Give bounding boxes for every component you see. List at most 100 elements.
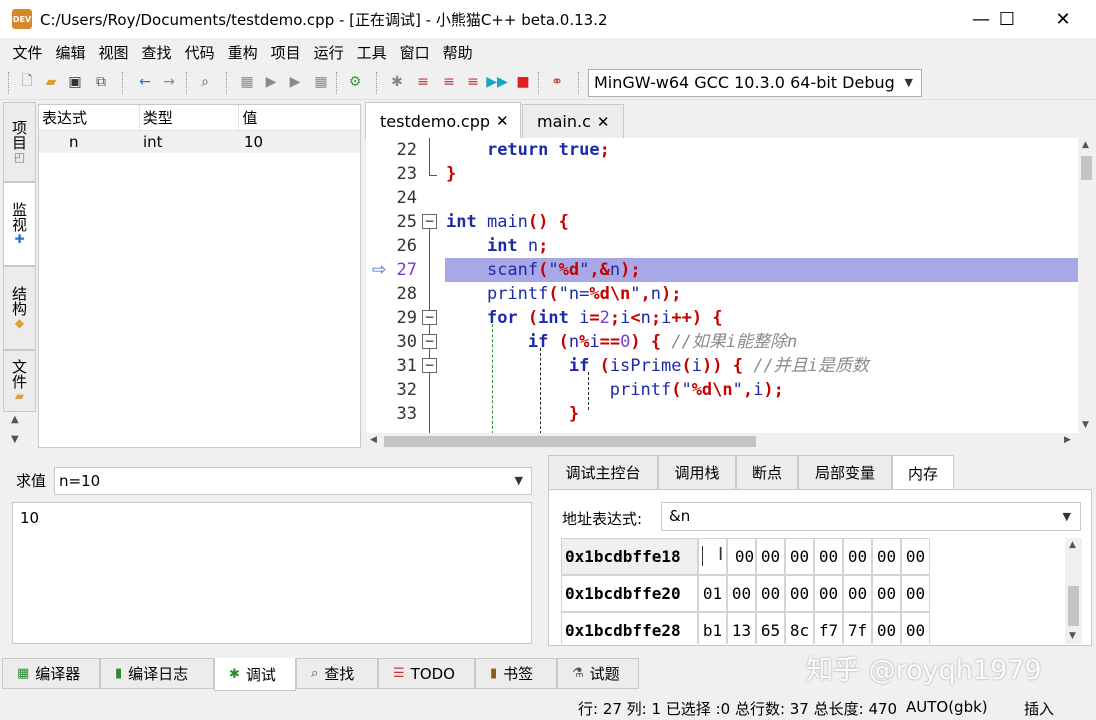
code-editor[interactable]: 22 return true; 23 } 24 25 − int main() … [366,138,1078,433]
tab-project[interactable]: 项目 ◰ [3,102,36,182]
chevron-down-icon[interactable]: ▼ [515,468,523,494]
memory-byte[interactable]: 00 [872,575,901,612]
memory-byte[interactable]: 00 [727,575,756,612]
watch-header-type[interactable]: 类型 [140,105,240,130]
tab-local-variables[interactable]: 局部变量 [798,455,892,489]
menu-edit[interactable]: 编辑 [49,42,92,63]
chevron-down-icon[interactable]: ▼ [1063,503,1071,530]
tab-breakpoints[interactable]: 断点 [736,455,798,489]
step-over-icon[interactable]: ≡ [414,73,432,91]
eval-output[interactable]: 10 [12,502,532,644]
editor-vertical-scrollbar[interactable]: ▲ ▼ [1078,138,1095,433]
memory-byte[interactable]: f7 [814,612,843,644]
scroll-down-icon[interactable]: ▼ [1082,420,1089,430]
watch-row[interactable]: n int 10 [39,131,360,153]
close-icon[interactable]: ✕ [496,112,509,130]
save-icon[interactable]: ▣ [66,73,84,91]
stop-icon[interactable]: ■ [514,73,532,91]
editor-horizontal-scrollbar[interactable]: ◀ ▶ [366,433,1078,450]
memory-byte[interactable]: 00 [785,538,814,575]
bug-icon[interactable]: ✱ [388,73,406,91]
run-icon[interactable]: ▶ [262,73,280,91]
menu-view[interactable]: 视图 [92,42,135,63]
close-window-button[interactable]: ✕ [1040,0,1086,38]
memory-byte[interactable]: 8c [785,612,814,644]
open-folder-icon[interactable]: ▰ [42,73,60,91]
scroll-left-icon[interactable]: ◀ [370,435,377,445]
close-icon[interactable]: ✕ [597,113,610,131]
step-into-icon[interactable]: ≡ [440,73,458,91]
memory-byte[interactable]: 00 [843,538,872,575]
memory-byte[interactable]: 00 [727,538,756,575]
save-all-icon[interactable]: ⧉ [92,73,110,91]
memory-byte[interactable]: 00 [901,612,930,644]
add-watch-icon[interactable]: ⚭ [548,73,566,91]
fold-toggle-icon[interactable]: − [422,358,437,373]
memory-byte[interactable]: 00 [814,575,843,612]
menu-run[interactable]: 运行 [307,42,350,63]
tab-compiler[interactable]: ▦ 编译器 [2,658,100,689]
compile-icon[interactable]: ▦ [238,73,256,91]
memory-byte[interactable]: 00 [901,538,930,575]
scroll-up-icon[interactable]: ▲ [1082,140,1089,150]
menu-code[interactable]: 代码 [178,42,221,63]
tab-debug-console[interactable]: 调试主控台 [548,455,658,489]
new-file-icon[interactable]: 🗋 [18,73,36,91]
tab-problems[interactable]: ⚗ 试题 [557,658,639,689]
memory-scrollbar[interactable]: ▲ ▼ [1065,538,1082,644]
memory-byte[interactable]: 00 [756,538,785,575]
tab-files[interactable]: 文件 ▰ [3,350,36,412]
watch-header-expression[interactable]: 表达式 [39,105,140,130]
scroll-thumb[interactable] [1081,156,1092,180]
debug-icon[interactable]: ⚙ [346,73,364,91]
scroll-down-icon[interactable]: ▼ [11,434,19,445]
menu-help[interactable]: 帮助 [436,42,479,63]
memory-byte[interactable]: 13 [727,612,756,644]
tab-call-stack[interactable]: 调用栈 [658,455,736,489]
menu-window[interactable]: 窗口 [393,42,436,63]
tab-testdemo-cpp[interactable]: testdemo.cpp ✕ [365,102,521,139]
redo-icon[interactable]: → [160,73,178,91]
tab-memory[interactable]: 内存 [892,455,954,491]
eval-input[interactable]: n=10 ▼ [54,467,532,495]
tab-bookmarks[interactable]: ▮ 书签 [475,658,557,689]
tab-debug[interactable]: ✱ 调试 [214,658,296,691]
step-out-icon[interactable]: ≡ [464,73,482,91]
menu-file[interactable]: 文件 [6,42,49,63]
scroll-thumb[interactable] [384,436,756,447]
tab-compile-log[interactable]: ▮ 编译日志 [100,658,214,689]
maximize-button[interactable]: ☐ [984,0,1030,38]
tab-structure[interactable]: 结构 ◆ [3,266,36,350]
memory-byte[interactable]: 01 [698,575,727,612]
watch-header-value[interactable]: 值 [239,105,360,130]
menu-tools[interactable]: 工具 [350,42,393,63]
search-icon[interactable]: ⌕ [196,73,214,91]
scroll-down-icon[interactable]: ▼ [1069,631,1076,641]
memory-byte[interactable]: 00 [814,538,843,575]
fold-toggle-icon[interactable]: − [422,214,437,229]
status-encoding[interactable]: AUTO(gbk) [906,698,988,716]
memory-byte[interactable]: 00 [756,575,785,612]
fold-toggle-icon[interactable]: − [422,310,437,325]
tab-watch[interactable]: 监视 ✚ [3,182,36,266]
memory-byte[interactable]: b1 [698,612,727,644]
memory-byte[interactable]: 7f [843,612,872,644]
continue-icon[interactable]: ▶▶ [486,73,508,91]
memory-byte[interactable]: 00 [901,575,930,612]
undo-icon[interactable]: ← [136,73,154,91]
scroll-up-icon[interactable]: ▲ [1069,540,1076,550]
scroll-thumb[interactable] [1068,586,1079,626]
memory-byte[interactable]: 65 [756,612,785,644]
rebuild-icon[interactable]: ▦ [312,73,330,91]
fold-toggle-icon[interactable]: − [422,334,437,349]
tab-todo[interactable]: ☰ TODO [378,658,475,689]
memory-byte[interactable]: 00 [843,575,872,612]
memory-byte[interactable]: 00 [785,575,814,612]
scroll-up-icon[interactable]: ▲ [11,414,19,425]
menu-search[interactable]: 查找 [135,42,178,63]
scroll-right-icon[interactable]: ▶ [1064,435,1071,445]
menu-refactor[interactable]: 重构 [221,42,264,63]
memory-byte[interactable]: 00 [872,538,901,575]
tab-find[interactable]: ⌕ 查找 [296,658,378,689]
memory-byte[interactable]: 00 [872,612,901,644]
